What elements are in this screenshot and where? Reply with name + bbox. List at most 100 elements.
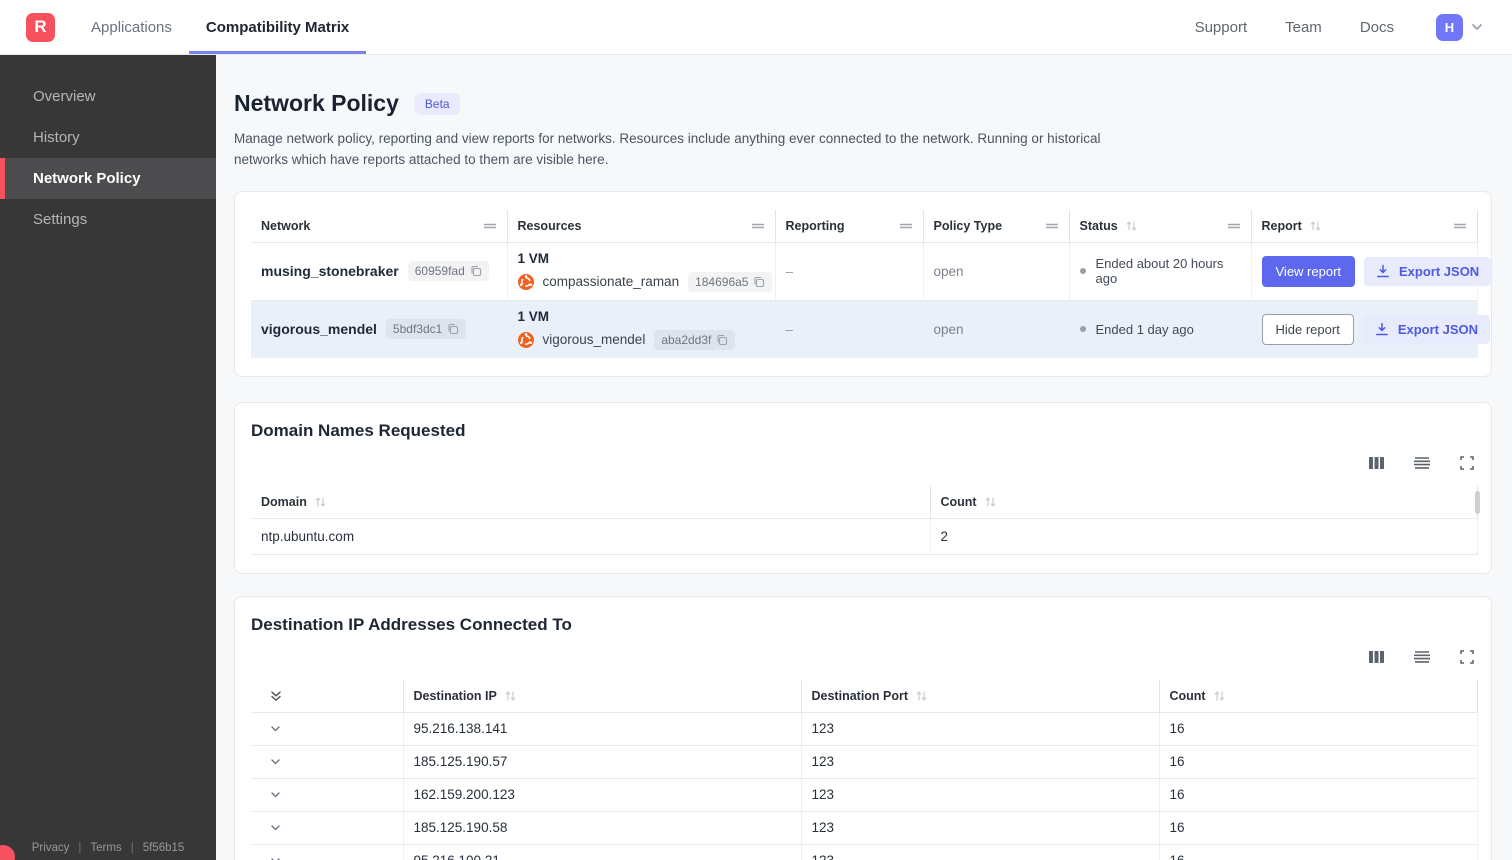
export-json-button[interactable]: Export JSON [1364, 256, 1492, 286]
col-label: Report [1261, 218, 1302, 233]
columns-icon[interactable] [1368, 455, 1385, 471]
row-expander-icon[interactable] [269, 821, 393, 834]
nav-tab-applications[interactable]: Applications [74, 0, 189, 54]
destination-ip: 95.216.100.21 [403, 843, 802, 860]
col-header-count: Count [930, 485, 1478, 519]
destination-port: 123 [801, 843, 1160, 860]
network-hash-badge[interactable]: 60959fad [407, 261, 489, 282]
fullscreen-icon[interactable] [1459, 455, 1475, 471]
network-hash-badge[interactable]: 5bdf3dc1 [385, 319, 467, 340]
sort-icon[interactable] [1125, 220, 1138, 232]
columns-icon[interactable] [1368, 649, 1385, 665]
row-expander-icon[interactable] [269, 854, 393, 860]
destination-row[interactable]: 95.216.138.141 123 16 [251, 711, 1478, 746]
card-title: Destination IP Addresses Connected To [251, 614, 572, 634]
avatar[interactable]: H [1436, 13, 1463, 41]
column-resize-handle-icon[interactable] [1037, 221, 1059, 231]
sort-icon[interactable] [504, 690, 517, 702]
nav-tab-compatibility-matrix[interactable]: Compatibility Matrix [189, 0, 366, 54]
sidebar-item-settings[interactable]: Settings [0, 199, 216, 240]
nav-link-support[interactable]: Support [1195, 19, 1248, 36]
destination-row[interactable]: 185.125.190.57 123 16 [251, 744, 1478, 779]
col-header-resources: Resources [507, 209, 776, 243]
user-menu[interactable]: H [1436, 13, 1484, 41]
app-logo[interactable]: R [26, 12, 55, 42]
domain-names-card: Domain Names Requested Domain Count ntp.… [234, 401, 1492, 574]
sort-icon[interactable] [1309, 220, 1322, 232]
col-header-network: Network [251, 209, 508, 243]
expand-all-icon[interactable] [269, 689, 393, 703]
table-scrollbar-thumb[interactable] [1475, 490, 1480, 514]
version-label: 5f56b15 [142, 842, 185, 854]
col-label: Reporting [785, 218, 845, 233]
domains-table: Domain Count ntp.ubuntu.com 2 [251, 485, 1478, 555]
ubuntu-icon [517, 273, 534, 290]
row-expander-icon[interactable] [269, 722, 393, 735]
sort-icon[interactable] [915, 690, 928, 702]
sort-icon[interactable] [984, 496, 997, 508]
column-resize-handle-icon[interactable] [1219, 221, 1241, 231]
copy-icon[interactable] [470, 265, 482, 277]
destination-row[interactable]: 95.216.100.21 123 16 [251, 843, 1478, 860]
vm-count: 1 VM [517, 250, 550, 266]
count-value: 16 [1159, 777, 1478, 812]
rows-icon[interactable] [1413, 649, 1431, 665]
sort-icon[interactable] [314, 496, 327, 508]
vm-count: 1 VM [517, 308, 550, 324]
download-icon [1375, 322, 1389, 336]
col-header-destination-ip: Destination IP [403, 679, 802, 713]
fullscreen-icon[interactable] [1459, 649, 1475, 665]
col-header-destination-port: Destination Port [801, 679, 1160, 713]
copy-icon[interactable] [753, 276, 765, 288]
nav-link-docs[interactable]: Docs [1360, 19, 1394, 36]
col-header-expand-all [251, 679, 404, 713]
nav-link-team[interactable]: Team [1285, 19, 1322, 36]
hide-report-button[interactable]: Hide report [1261, 313, 1354, 345]
destination-port: 123 [801, 777, 1160, 812]
sidebar-item-overview[interactable]: Overview [0, 76, 216, 117]
col-header-reporting: Reporting [775, 209, 924, 243]
export-json-button[interactable]: Export JSON [1362, 314, 1490, 344]
networks-card: Network Resources Reporting Policy Type … [234, 190, 1492, 377]
chevron-down-icon[interactable] [1470, 20, 1484, 34]
network-name: vigorous_mendel [261, 321, 377, 338]
status-dot [1079, 326, 1086, 333]
sort-icon[interactable] [1213, 690, 1226, 702]
terms-link[interactable]: Terms [90, 842, 121, 854]
column-resize-handle-icon[interactable] [1445, 221, 1467, 231]
column-resize-handle-icon[interactable] [891, 221, 913, 231]
download-icon [1376, 264, 1390, 278]
network-row[interactable]: vigorous_mendel 5bdf3dc1 1 VM vigorous_m… [251, 299, 1490, 358]
rows-icon[interactable] [1413, 455, 1431, 471]
col-label: Status [1079, 218, 1118, 233]
view-report-button[interactable]: View report [1261, 255, 1356, 287]
resource-hash-badge[interactable]: 184696a5 [688, 271, 773, 292]
card-title: Domain Names Requested [251, 420, 466, 440]
sidebar-item-history[interactable]: History [0, 117, 216, 158]
resource-name: compassionate_raman [542, 274, 680, 290]
destination-ip: 185.125.190.57 [403, 744, 802, 779]
sidebar-footer: Privacy | Terms | 5f56b15 [0, 842, 216, 854]
destination-row[interactable]: 162.159.200.123 123 16 [251, 777, 1478, 812]
column-resize-handle-icon[interactable] [475, 221, 497, 231]
copy-icon[interactable] [447, 323, 459, 335]
row-expander-icon[interactable] [269, 755, 393, 768]
main-content: Network Policy Beta Manage network polic… [216, 55, 1512, 860]
count-value: 16 [1159, 810, 1478, 845]
destination-port: 123 [801, 744, 1160, 779]
ubuntu-icon [517, 331, 534, 348]
resource-hash-badge[interactable]: aba2dd3f [654, 329, 736, 350]
row-expander-icon[interactable] [269, 788, 393, 801]
page-description: Manage network policy, reporting and vie… [234, 131, 1101, 167]
hash-text: 184696a5 [695, 274, 749, 289]
resource-name: vigorous_mendel [542, 332, 646, 348]
network-row[interactable]: musing_stonebraker 60959fad 1 VM compass… [251, 241, 1492, 301]
sidebar-item-network-policy[interactable]: Network Policy [0, 158, 216, 199]
destination-row[interactable]: 185.125.190.58 123 16 [251, 810, 1478, 845]
sidebar: Overview History Network Policy Settings… [0, 55, 216, 860]
copy-icon[interactable] [716, 334, 728, 346]
col-label: Count [1169, 688, 1206, 703]
column-resize-handle-icon[interactable] [743, 221, 765, 231]
domain-row[interactable]: ntp.ubuntu.com 2 [251, 517, 1478, 555]
privacy-link[interactable]: Privacy [32, 842, 70, 854]
